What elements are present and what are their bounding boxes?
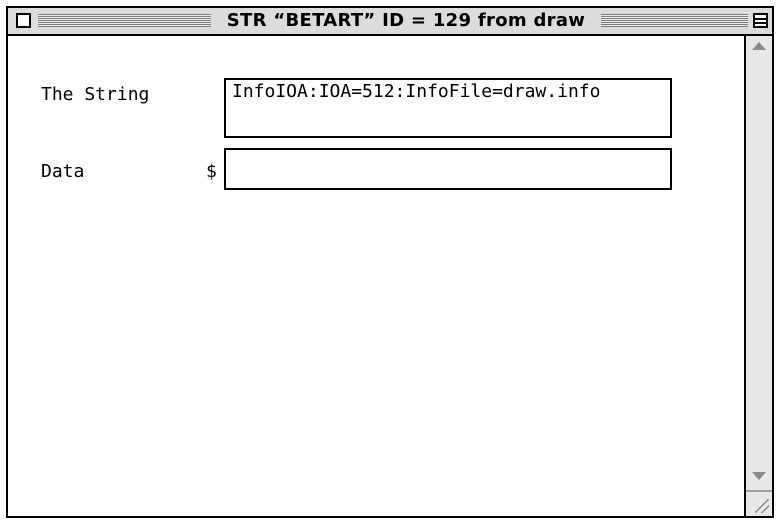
- vertical-scrollbar[interactable]: [744, 36, 772, 516]
- close-box-icon[interactable]: [16, 13, 31, 28]
- arrow-up-icon[interactable]: [752, 42, 766, 50]
- arrow-down-icon[interactable]: [752, 472, 766, 480]
- content-area: The String InfoIOA:IOA=512:InfoFile=draw…: [8, 36, 746, 516]
- data-prefix: $: [206, 161, 217, 182]
- data-label: Data: [41, 161, 85, 182]
- data-field[interactable]: [224, 148, 672, 190]
- the-string-field[interactable]: InfoIOA:IOA=512:InfoFile=draw.info: [224, 78, 672, 138]
- resource-editor-window: STR “BETART” ID = 129 from draw The Stri…: [6, 6, 774, 518]
- grow-box-icon[interactable]: [746, 490, 772, 516]
- title-bar[interactable]: STR “BETART” ID = 129 from draw: [8, 8, 772, 36]
- the-string-label: The String: [41, 84, 150, 105]
- window-title: STR “BETART” ID = 129 from draw: [211, 8, 601, 34]
- collapse-box-icon[interactable]: [753, 13, 768, 28]
